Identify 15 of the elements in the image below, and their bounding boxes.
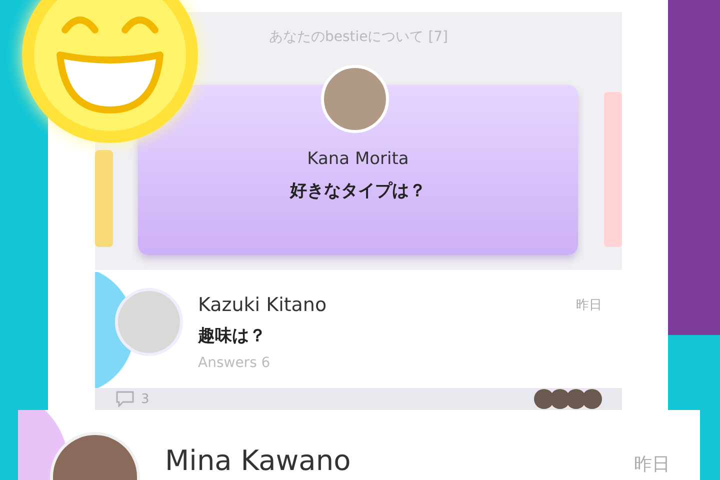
- user-name: Kana Morita: [306, 149, 410, 169]
- answers-count: Answers 6: [198, 355, 272, 371]
- question-text: 趣味は？: [198, 325, 267, 347]
- question-card[interactable]: Kana Morita 好きなタイプは？: [138, 85, 578, 255]
- user-name: Kazuki Kitano: [198, 294, 327, 316]
- comment-count: 3: [141, 392, 150, 406]
- comment-icon[interactable]: [115, 391, 135, 407]
- post-card[interactable]: Mina Kawano 昨日: [18, 410, 700, 480]
- user-name: Mina Kawano: [165, 444, 351, 477]
- post-time: 昨日: [634, 453, 670, 476]
- avatar-photo-placeholder: [582, 389, 602, 409]
- post-time: 昨日: [576, 297, 602, 314]
- section-title: あなたのbestieについて [7]: [268, 28, 450, 46]
- question-text: 好きなタイプは？: [288, 180, 427, 202]
- avatar-photo-placeholder: [534, 389, 554, 409]
